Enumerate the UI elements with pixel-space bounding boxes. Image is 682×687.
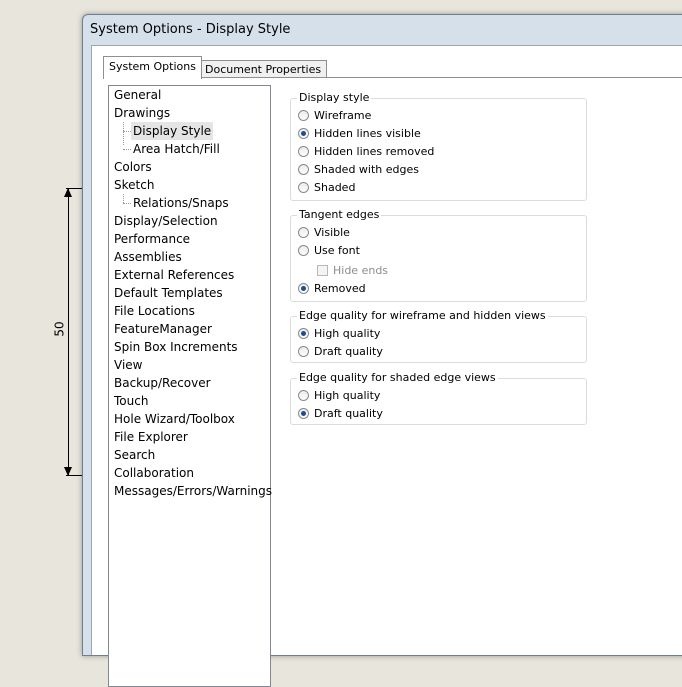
radio-button-icon[interactable] — [298, 182, 309, 193]
display-style-group: Display style Wireframe Hidden lines vis… — [290, 91, 587, 201]
radio-shaded-with-edges[interactable]: Shaded with edges — [298, 161, 419, 179]
radio-button-icon[interactable] — [298, 164, 309, 175]
radio-removed[interactable]: Removed — [298, 280, 366, 298]
dimension-arrow-down-icon — [64, 467, 72, 476]
tree-item-display-style[interactable]: Display Style — [131, 122, 214, 140]
edge-quality-shaded-group-title: Edge quality for shaded edge views — [297, 371, 498, 384]
dimension-value[interactable]: 50 — [53, 321, 67, 336]
tree-item-collaboration[interactable]: Collaboration — [114, 464, 194, 482]
window-title: System Options - Display Style — [90, 22, 291, 37]
tree-item-file-explorer[interactable]: File Explorer — [114, 428, 188, 446]
tree-item-hole-wizard-toolbox[interactable]: Hole Wizard/Toolbox — [114, 410, 235, 428]
radio-button-icon[interactable] — [298, 346, 309, 357]
tree-item-touch[interactable]: Touch — [114, 392, 148, 410]
option-label: Removed — [314, 282, 366, 295]
tree-branch-tick — [123, 203, 131, 204]
tree-item-relations-snaps[interactable]: Relations/Snaps — [133, 194, 229, 212]
option-label: Hidden lines removed — [314, 145, 435, 158]
tree-item-display-selection[interactable]: Display/Selection — [114, 212, 218, 230]
option-label: Draft quality — [314, 345, 383, 358]
radio-button-icon[interactable] — [298, 110, 309, 121]
tree-branch-line — [123, 122, 125, 145]
tree-branch-line — [123, 194, 125, 203]
tree-item-external-references[interactable]: External References — [114, 266, 234, 284]
option-label: Shaded — [314, 181, 356, 194]
tree-item-area-hatch-fill[interactable]: Area Hatch/Fill — [133, 140, 220, 158]
edge-quality-wireframe-group-title: Edge quality for wireframe and hidden vi… — [297, 309, 548, 322]
option-label: High quality — [314, 389, 381, 402]
radio-shaded[interactable]: Shaded — [298, 179, 355, 197]
display-style-group-title: Display style — [297, 91, 372, 104]
tree-item-file-locations[interactable]: File Locations — [114, 302, 195, 320]
options-tree[interactable]: General Drawings Display Style Area Hatc… — [108, 85, 272, 687]
radio-button-selected-icon[interactable] — [298, 128, 309, 139]
option-label: High quality — [314, 327, 381, 340]
option-label: Hide ends — [333, 264, 389, 277]
tree-branch-tick — [123, 131, 131, 132]
tree-item-default-templates[interactable]: Default Templates — [114, 284, 223, 302]
dimension-arrow-up-icon — [64, 188, 72, 197]
radio-button-selected-icon[interactable] — [298, 408, 309, 419]
radio-hidden-lines-removed[interactable]: Hidden lines removed — [298, 143, 434, 161]
tree-item-assemblies[interactable]: Assemblies — [114, 248, 182, 266]
radio-shaded-high-quality[interactable]: High quality — [298, 387, 380, 405]
option-label: Hidden lines visible — [314, 127, 421, 140]
radio-button-icon[interactable] — [298, 227, 309, 238]
tab-system-options[interactable]: System Options — [103, 56, 202, 79]
dialog-client-area: System Options Document Properties Gener… — [91, 45, 682, 687]
radio-hidden-lines-visible[interactable]: Hidden lines visible — [298, 125, 421, 143]
dimension-line[interactable] — [68, 188, 69, 476]
tree-item-messages-errors-warnings[interactable]: Messages/Errors/Warnings — [114, 482, 272, 500]
edge-quality-wireframe-group: Edge quality for wireframe and hidden vi… — [290, 309, 587, 363]
radio-wireframe-draft-quality[interactable]: Draft quality — [298, 343, 383, 361]
tree-branch-tick — [123, 149, 131, 150]
tree-item-backup-recover[interactable]: Backup/Recover — [114, 374, 211, 392]
tree-item-drawings[interactable]: Drawings — [114, 104, 170, 122]
radio-shaded-draft-quality[interactable]: Draft quality — [298, 405, 383, 423]
tree-item-view[interactable]: View — [114, 356, 142, 374]
tab-document-properties[interactable]: Document Properties — [199, 60, 328, 78]
checkbox-icon[interactable] — [317, 265, 328, 276]
radio-wireframe-high-quality[interactable]: High quality — [298, 325, 380, 343]
radio-button-icon[interactable] — [298, 146, 309, 157]
edge-quality-shaded-group: Edge quality for shaded edge views High … — [290, 371, 587, 425]
tree-item-performance[interactable]: Performance — [114, 230, 190, 248]
radio-wireframe[interactable]: Wireframe — [298, 107, 371, 125]
option-label: Shaded with edges — [314, 163, 419, 176]
tree-item-general[interactable]: General — [114, 86, 161, 104]
tree-item-search[interactable]: Search — [114, 446, 155, 464]
radio-button-icon[interactable] — [298, 245, 309, 256]
tree-item-sketch[interactable]: Sketch — [114, 176, 154, 194]
radio-button-selected-icon[interactable] — [298, 328, 309, 339]
option-label: Visible — [314, 226, 350, 239]
radio-button-selected-icon[interactable] — [298, 283, 309, 294]
checkbox-hide-ends[interactable]: Hide ends — [317, 262, 388, 280]
option-label: Wireframe — [314, 109, 372, 122]
tangent-edges-group-title: Tangent edges — [297, 208, 382, 221]
radio-use-font[interactable]: Use font — [298, 242, 360, 260]
tangent-edges-group: Tangent edges Visible Use font Hide ends… — [290, 208, 587, 302]
tree-item-colors[interactable]: Colors — [114, 158, 152, 176]
tree-item-spin-box-increments[interactable]: Spin Box Increments — [114, 338, 238, 356]
tree-item-featuremanager[interactable]: FeatureManager — [114, 320, 212, 338]
option-label: Use font — [314, 244, 360, 257]
option-label: Draft quality — [314, 407, 383, 420]
system-options-dialog: System Options - Display Style System Op… — [82, 14, 682, 687]
radio-tangent-visible[interactable]: Visible — [298, 224, 350, 242]
radio-button-icon[interactable] — [298, 390, 309, 401]
